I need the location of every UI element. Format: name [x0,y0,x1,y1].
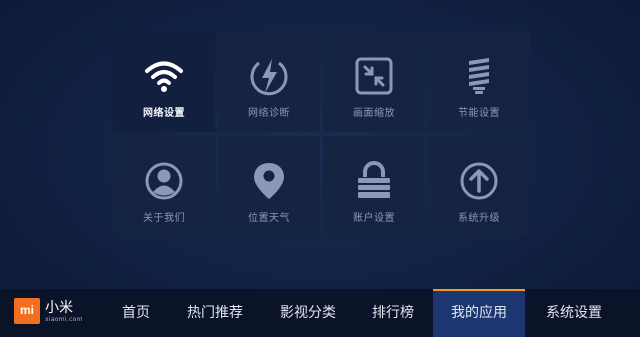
tile-about-us[interactable]: 关于我们 [113,136,215,237]
tile-label: 系统升级 [458,213,500,224]
tile-network-diagnosis[interactable]: 网络诊断 [218,31,320,132]
user-icon [145,162,183,200]
tile-label: 节能设置 [458,108,500,119]
tile-location-weather[interactable]: 位置天气 [218,136,320,237]
nav-rankings[interactable]: 排行榜 [363,289,423,337]
brand-name: 小米 [45,300,73,316]
mi-logo: mi [14,298,40,324]
tile-energy-saving[interactable]: 节能设置 [428,31,530,132]
tile-system-upgrade[interactable]: 系统升级 [428,136,530,237]
brand-domain: xiaomi.com [45,316,83,323]
energy-bulb-icon [469,58,489,94]
tile-picture-scaling[interactable]: 画面缩放 [323,31,425,132]
lock-icon [358,161,390,198]
tile-label: 账户设置 [353,213,395,224]
settings-grid: 网络设置 网络诊断 画面缩放 节能设置 关于我们 位置天气 账户设置 系统升级 [113,31,531,237]
lightning-icon [250,59,288,96]
nav-my-apps[interactable]: 我的应用 [433,289,525,337]
bottom-navbar: mi 小米 xiaomi.com 首页 热门推荐 影视分类 排行榜 我的应用 系… [0,289,640,337]
tile-label: 位置天气 [248,213,290,224]
nav-video-categories[interactable]: 影视分类 [273,289,343,337]
logo-text: mi [19,303,34,317]
wifi-icon [145,61,183,92]
tile-label: 关于我们 [143,213,185,224]
tile-account-settings[interactable]: 账户设置 [323,136,425,237]
tile-network-settings[interactable]: 网络设置 [113,31,215,132]
shrink-icon [355,57,393,95]
nav-system-settings[interactable]: 系统设置 [537,289,611,337]
nav-home[interactable]: 首页 [108,289,164,337]
location-pin-icon [254,163,284,199]
tile-label: 网络设置 [143,108,185,119]
tile-label: 画面缩放 [353,108,395,119]
nav-hot-recommend[interactable]: 热门推荐 [180,289,250,337]
upgrade-arrow-icon [460,162,498,200]
tile-label: 网络诊断 [248,108,290,119]
